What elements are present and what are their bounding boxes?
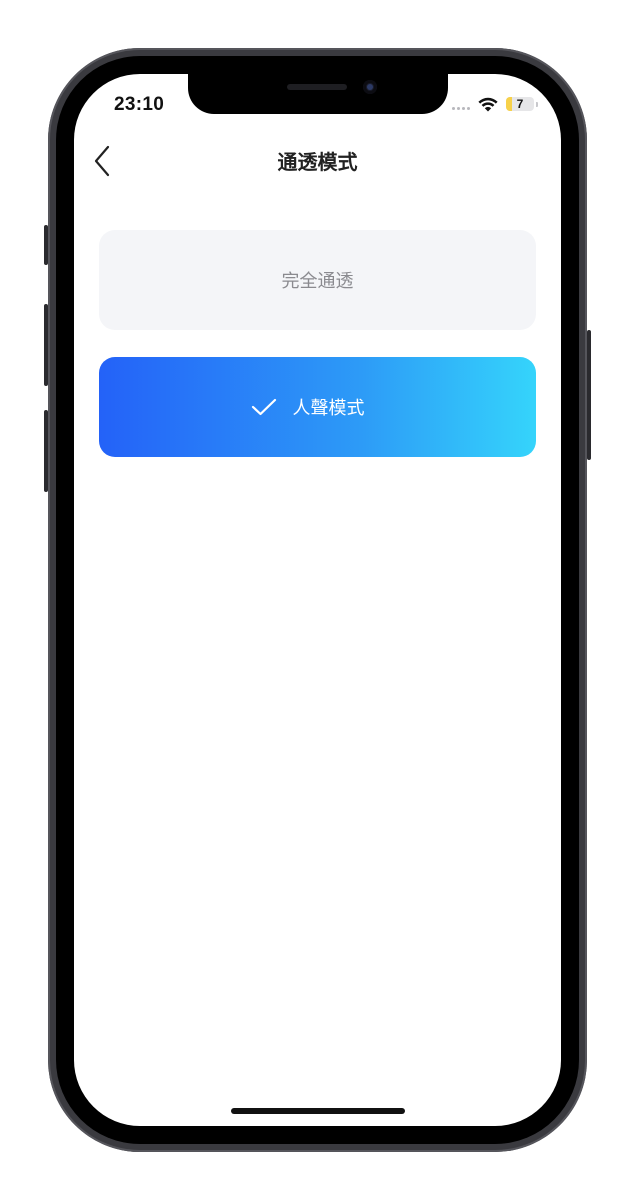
phone-screen: 23:10 7 通透模式 完全通透 人聲模式 [74, 74, 561, 1126]
battery-icon: 7 [506, 97, 534, 111]
power-button [587, 330, 591, 460]
page-title: 通透模式 [277, 150, 358, 174]
check-icon [251, 398, 276, 416]
mode-option-label: 完全通透 [281, 271, 354, 292]
signal-dots-icon [452, 107, 470, 110]
battery-tip [536, 102, 538, 107]
mode-option-full-transparency[interactable]: 完全通透 [99, 230, 536, 330]
status-time: 23:10 [114, 94, 165, 115]
home-indicator[interactable] [231, 1108, 405, 1114]
battery-level: 7 [516, 97, 524, 111]
notch [188, 74, 448, 114]
front-camera [363, 80, 377, 94]
wifi-icon [478, 97, 498, 112]
earpiece-speaker [287, 84, 347, 90]
mode-option-label: 人聲模式 [292, 398, 365, 419]
mode-option-voice-mode[interactable]: 人聲模式 [99, 357, 536, 457]
